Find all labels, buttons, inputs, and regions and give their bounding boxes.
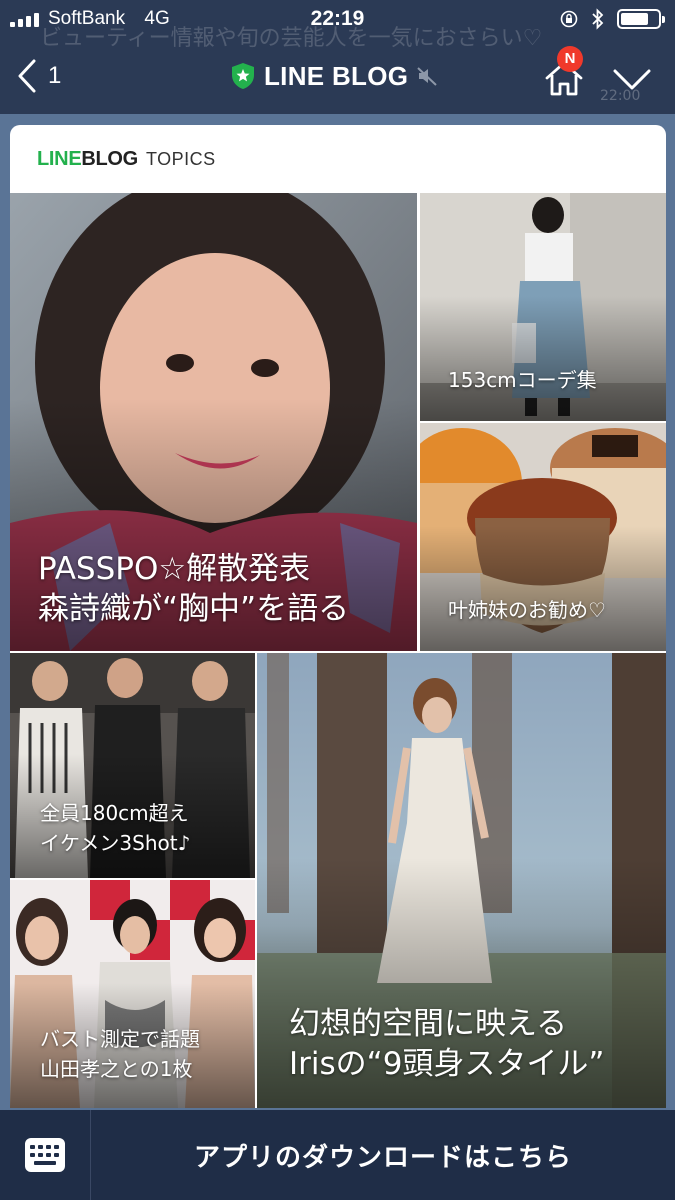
topic-caption: バスト測定で話題 山田孝之との1枚 xyxy=(40,1027,200,1081)
back-chevron-icon xyxy=(18,59,36,93)
back-button[interactable]: 1 xyxy=(16,56,61,96)
battery-fill xyxy=(621,13,648,25)
topic-caption: 153cmコーデ集 xyxy=(448,368,597,392)
battery-icon xyxy=(617,9,665,29)
keyboard-button[interactable] xyxy=(0,1110,91,1200)
topic-tile-bust[interactable]: バスト測定で話題 山田孝之との1枚 xyxy=(10,880,255,1108)
card-header: LINEBLOG TOPICS xyxy=(10,125,666,193)
topic-caption: 叶姉妹のお勧め♡ xyxy=(448,598,606,622)
topic-tile-ikemen[interactable]: 全員180cm超え イケメン3Shot♪ xyxy=(10,653,255,878)
chevron-down-icon[interactable] xyxy=(612,66,652,94)
topic-tile-iris[interactable]: 幻想的空間に映える Irisの“9頭身スタイル” xyxy=(257,653,666,1108)
keyboard-icon xyxy=(25,1138,65,1172)
chat-title: LINE BLOG xyxy=(230,58,438,94)
bottom-bar: アプリのダウンロードはこちら xyxy=(0,1110,675,1200)
topic-caption: 全員180cm超え イケメン3Shot♪ xyxy=(40,801,191,855)
mute-icon xyxy=(417,67,437,86)
bluetooth-icon xyxy=(592,8,604,30)
brand-blog-text: BLOG xyxy=(81,147,138,170)
verified-star-icon xyxy=(232,63,254,89)
topic-tile-coordinate[interactable]: 153cmコーデ集 xyxy=(420,193,666,421)
back-count: 1 xyxy=(48,62,62,89)
notification-badge: N xyxy=(557,46,583,72)
brand-logo: LINEBLOG TOPICS xyxy=(37,148,216,171)
topic-caption: 幻想的空間に映える Irisの“9頭身スタイル” xyxy=(289,1006,605,1082)
brand-line-text: LINE xyxy=(37,147,82,170)
status-bar: SoftBank 4G 22:19 xyxy=(0,0,675,38)
chat-title-text: LINE BLOG xyxy=(264,60,409,91)
app-download-link[interactable]: アプリのダウンロードはこちら xyxy=(91,1110,675,1200)
lock-rotation-icon xyxy=(560,10,578,28)
brand-topics-text: TOPICS xyxy=(145,148,216,169)
topic-tile-passpo[interactable]: PASSPO☆解散発表 森詩織が“胸中”を語る xyxy=(10,193,417,651)
topic-caption: PASSPO☆解散発表 森詩織が“胸中”を語る xyxy=(38,551,350,627)
topics-card: LINEBLOG TOPICS PASSPO☆解散発表 森詩織が“胸中”を語る xyxy=(10,125,666,1108)
topic-tile-kano[interactable]: 叶姉妹のお勧め♡ xyxy=(420,423,666,651)
app-header: ビューティー情報や旬の芸能人を一気におさらい♡ 22:00 SoftBank 4… xyxy=(0,0,675,114)
